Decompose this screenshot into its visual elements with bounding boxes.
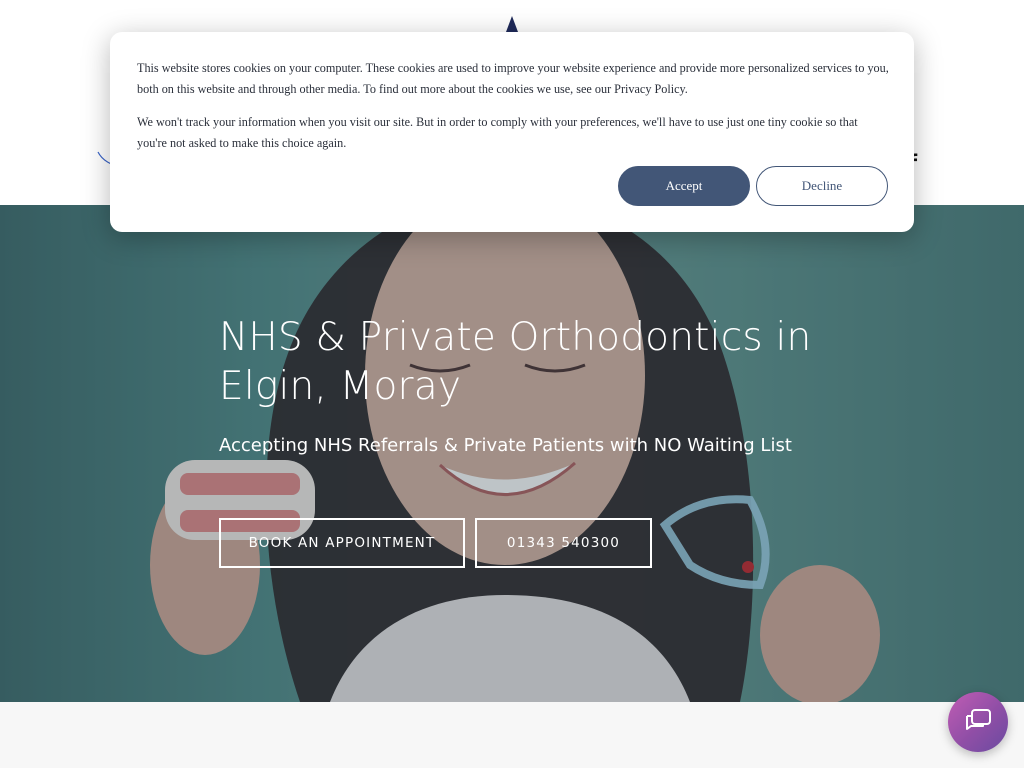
- cookie-text-tracking: We won't track your information when you…: [137, 115, 858, 150]
- phone-button[interactable]: 01343 540300: [475, 518, 652, 568]
- decline-button[interactable]: Decline: [756, 166, 888, 206]
- cookie-banner: This website stores cookies on your comp…: [110, 32, 914, 232]
- hero-title: NHS & Private Orthodontics in Elgin, Mor…: [219, 315, 812, 409]
- accept-button[interactable]: Accept: [618, 166, 750, 206]
- book-appointment-button[interactable]: BOOK AN APPOINTMENT: [219, 518, 465, 568]
- chat-launcher-button[interactable]: [948, 692, 1008, 752]
- hero-subtitle: Accepting NHS Referrals & Private Patien…: [219, 435, 792, 456]
- chat-bubble-icon: [966, 709, 991, 730]
- cookie-text-policy: This website stores cookies on your comp…: [137, 61, 889, 96]
- content-section: [0, 702, 1024, 768]
- hero-section: NHS & Private Orthodontics in Elgin, Mor…: [0, 205, 1024, 702]
